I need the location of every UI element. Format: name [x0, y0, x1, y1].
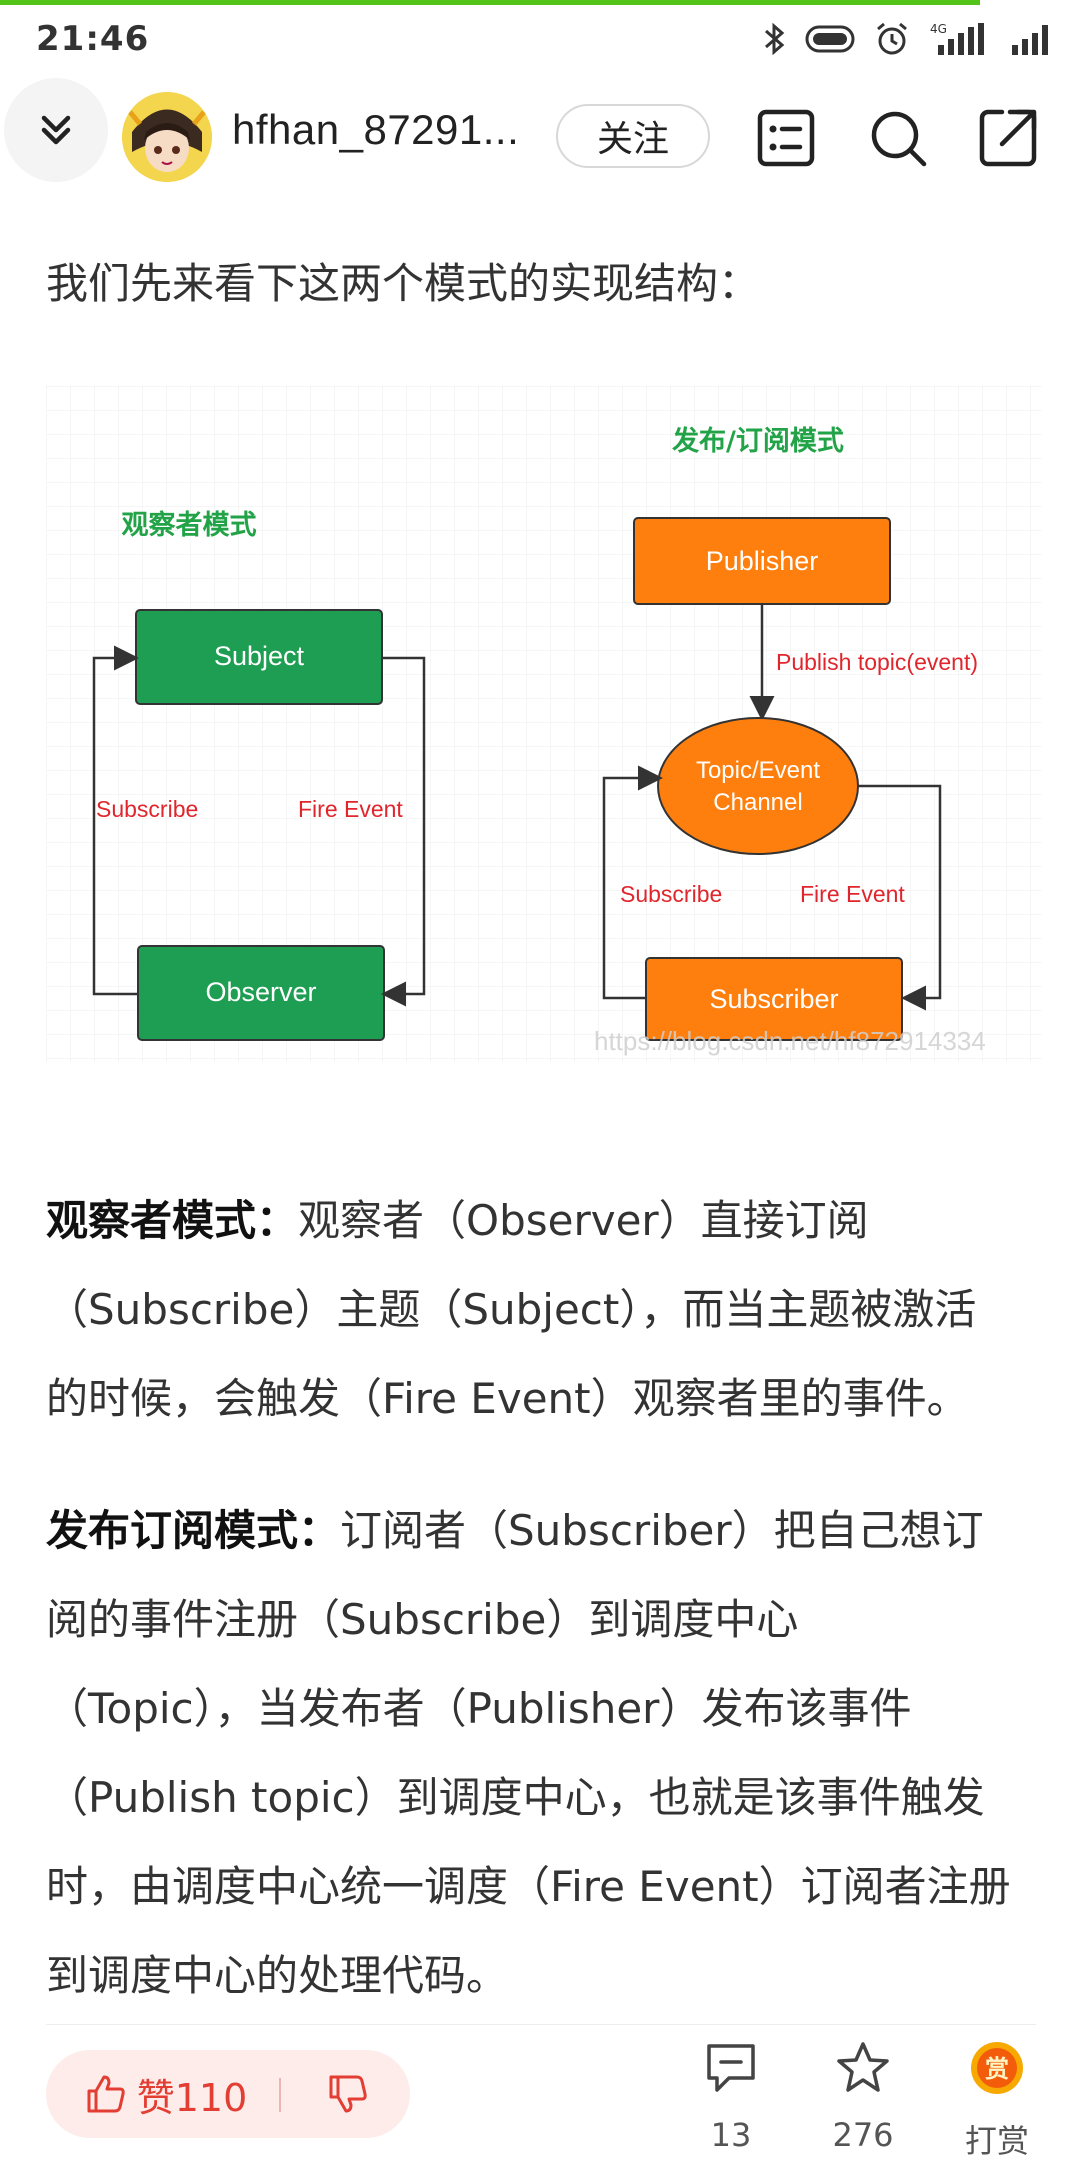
avatar[interactable] [122, 92, 212, 182]
footer-divider [46, 2024, 1036, 2025]
para1-text-1: 观察者（Observer）直接订阅 [298, 1196, 869, 1245]
para2-text-1: 订阅者（Subscriber）把自己想订 [340, 1506, 984, 1555]
pubsub-paragraph: 发布订阅模式：订阅者（Subscriber）把自己想订 阅的事件注册（Subsc… [46, 1486, 1036, 2020]
alarm-icon [877, 22, 907, 55]
status-bar: 21:46 4G [0, 5, 1080, 70]
bluetooth-icon [765, 22, 785, 56]
svg-text:赏: 赏 [985, 2055, 1009, 2083]
subscribe-label-left: Subscribe [96, 796, 198, 822]
diagram-watermark: https://blog.csdn.net/hf872914334 [594, 1026, 986, 1056]
pattern-diagram: 观察者模式 Subject Observer Subscribe Fire Ev… [46, 386, 1042, 1062]
channel-label-line1: Topic/Event [696, 757, 820, 784]
channel-label-line2: Channel [713, 789, 802, 816]
fire-event-label-right: Fire Event [800, 881, 905, 907]
article-intro: 我们先来看下这两个模式的实现结构： [46, 259, 761, 308]
vibrate-icon [805, 25, 855, 53]
comment-count: 13 [710, 2116, 752, 2154]
article-header: hfhan_87291... 关注 [0, 70, 1080, 200]
chevron-double-down-icon [41, 115, 71, 145]
para1-line1: 观察者模式：观察者（Observer）直接订阅 [46, 1176, 1036, 1265]
para2-line4: （Publish topic）到调度中心，也就是该事件触发 [46, 1773, 985, 1822]
publisher-label: Publisher [706, 546, 819, 576]
fire-event-label-left: Fire Event [298, 796, 403, 822]
para2-line3: （Topic），当发布者（Publisher）发布该事件 [46, 1684, 912, 1733]
comment-icon [707, 2044, 755, 2092]
status-icons: 4G [762, 19, 1054, 59]
like-dislike-pill: 赞110 [46, 2050, 410, 2138]
thumbs-up-icon [87, 2075, 125, 2113]
status-time: 21:46 [36, 19, 150, 59]
favorite-button[interactable]: 276 [808, 2040, 918, 2154]
author-username[interactable]: hfhan_87291... [232, 106, 519, 154]
observer-pattern-title: 观察者模式 [122, 509, 257, 541]
favorite-count: 276 [832, 2116, 894, 2154]
comment-button[interactable]: 13 [676, 2040, 786, 2154]
list-icon[interactable] [756, 108, 816, 168]
para2-line6: 到调度中心的处理代码。 [46, 1951, 509, 2000]
pubsub-pattern-title: 发布/订阅模式 [671, 425, 844, 457]
subscriber-label: Subscriber [709, 984, 838, 1014]
star-icon [837, 2042, 889, 2092]
para1-label: 观察者模式： [46, 1196, 299, 1245]
signal-icon [1012, 25, 1048, 55]
para1-line2: （Subscribe）主题（Subject），而当主题被激活 [46, 1285, 977, 1334]
reward-button[interactable]: 赏 打赏 [942, 2040, 1052, 2160]
thumbs-down-icon [329, 2075, 367, 2113]
dislike-button[interactable] [308, 2050, 388, 2138]
like-count-label: 赞110 [136, 2075, 248, 2120]
signal-4g-icon: 4G [930, 22, 984, 55]
like-button[interactable]: 赞110 [46, 2050, 286, 2138]
para2-line5: 时，由调度中心统一调度（Fire Event）订阅者注册 [46, 1862, 1011, 1911]
subject-label: Subject [214, 641, 305, 671]
observer-label: Observer [205, 977, 316, 1007]
topic-channel-ellipse [657, 717, 859, 855]
pill-divider [279, 2078, 281, 2112]
svg-text:4G: 4G [930, 22, 947, 36]
subscribe-label-right: Subscribe [620, 881, 722, 907]
para2-label: 发布订阅模式： [46, 1506, 341, 1555]
search-icon[interactable] [868, 108, 928, 168]
para1-line3: 的时候，会触发（Fire Event）观察者里的事件。 [46, 1374, 969, 1423]
publish-topic-label: Publish topic(event) [776, 649, 978, 675]
para2-line2: 阅的事件注册（Subscribe）到调度中心 [46, 1595, 799, 1644]
para2-line1: 发布订阅模式：订阅者（Subscriber）把自己想订 [46, 1486, 1036, 1575]
follow-button[interactable]: 关注 [556, 104, 710, 168]
reward-coin-icon: 赏 [971, 2042, 1023, 2094]
collapse-button[interactable] [4, 78, 108, 182]
observer-paragraph: 观察者模式：观察者（Observer）直接订阅 （Subscribe）主题（Su… [46, 1176, 1036, 1443]
reward-label: 打赏 [964, 2122, 1029, 2160]
share-icon[interactable] [978, 108, 1038, 168]
